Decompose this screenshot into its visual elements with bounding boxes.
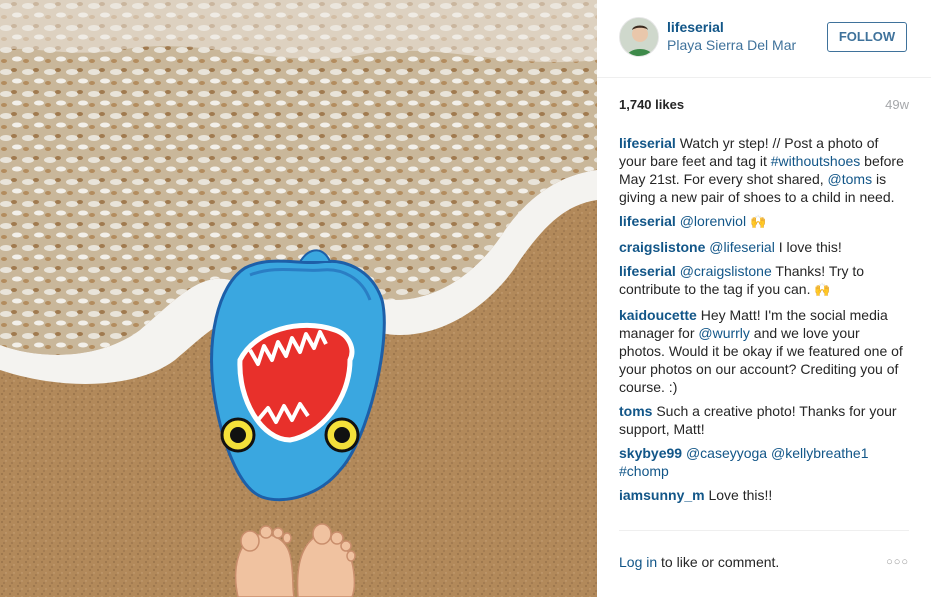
caption: lifeserial Watch yr step! // Post a phot… — [619, 134, 909, 206]
likes-count[interactable]: 1,740 likes — [619, 97, 684, 112]
raised-hands-icon: 🙌 — [749, 215, 767, 230]
more-options-icon[interactable]: ○○○ — [886, 556, 909, 568]
comment-list: lifeserial Watch yr step! // Post a phot… — [619, 134, 909, 524]
hashtag-link[interactable]: #withoutshoes — [771, 153, 861, 169]
mention-link[interactable]: @lifeserial — [709, 239, 775, 255]
mention-link[interactable]: @lorenviol — [680, 213, 746, 229]
post-stats: 1,740 likes 49w — [619, 97, 909, 115]
post-location[interactable]: Playa Sierra Del Mar — [667, 37, 796, 53]
comment-username[interactable]: craigslistone — [619, 239, 705, 255]
comment-username[interactable]: toms — [619, 403, 652, 419]
avatar-image — [620, 18, 658, 56]
comment-item: kaidoucette Hey Matt! I'm the social med… — [619, 306, 909, 396]
comment-item: lifeserial @lorenviol 🙌 — [619, 212, 909, 232]
comment-item: toms Such a creative photo! Thanks for y… — [619, 402, 909, 438]
comment-username[interactable]: iamsunny_m — [619, 487, 705, 503]
follow-button[interactable]: FOLLOW — [827, 22, 907, 52]
comment-item: iamsunny_m Love this!! — [619, 486, 909, 504]
mention-link[interactable]: @kellybreathe1 — [771, 445, 869, 461]
login-prompt-text: to like or comment. — [657, 554, 780, 570]
mention-link[interactable]: @caseyyoga — [686, 445, 767, 461]
comment-username[interactable]: kaidoucette — [619, 307, 697, 323]
beach-shark-photo — [0, 0, 597, 597]
mention-link[interactable]: @craigslistone — [680, 263, 772, 279]
post-photo[interactable] — [0, 0, 597, 597]
post-header: lifeserial Playa Sierra Del Mar FOLLOW — [597, 0, 931, 78]
login-link[interactable]: Log in — [619, 554, 657, 570]
post-username[interactable]: lifeserial — [667, 19, 724, 35]
avatar[interactable] — [619, 17, 659, 57]
comment-item: skybye99 @caseyyoga @kellybreathe1 #chom… — [619, 444, 909, 480]
comment-footer: Log in to like or comment. ○○○ — [619, 554, 909, 574]
mention-link[interactable]: @toms — [828, 171, 873, 187]
mention-link[interactable]: @wurrly — [698, 325, 750, 341]
comment-username[interactable]: lifeserial — [619, 263, 676, 279]
post-sidebar: lifeserial Playa Sierra Del Mar FOLLOW 1… — [597, 0, 931, 597]
comment-text: Such a creative photo! Thanks for your s… — [619, 403, 897, 437]
comment-username[interactable]: lifeserial — [619, 135, 676, 151]
comment-item: craigslistone @lifeserial I love this! — [619, 238, 909, 256]
divider — [619, 530, 909, 531]
comment-username[interactable]: skybye99 — [619, 445, 682, 461]
comment-item: lifeserial @craigslistone Thanks! Try to… — [619, 262, 909, 300]
comment-text: I love this! — [774, 239, 842, 255]
comment-text: Love this!! — [704, 487, 773, 503]
post-age[interactable]: 49w — [885, 97, 909, 112]
raised-hands-icon: 🙌 — [814, 283, 831, 298]
comment-username[interactable]: lifeserial — [619, 213, 676, 229]
hashtag-link[interactable]: #chomp — [619, 463, 669, 479]
